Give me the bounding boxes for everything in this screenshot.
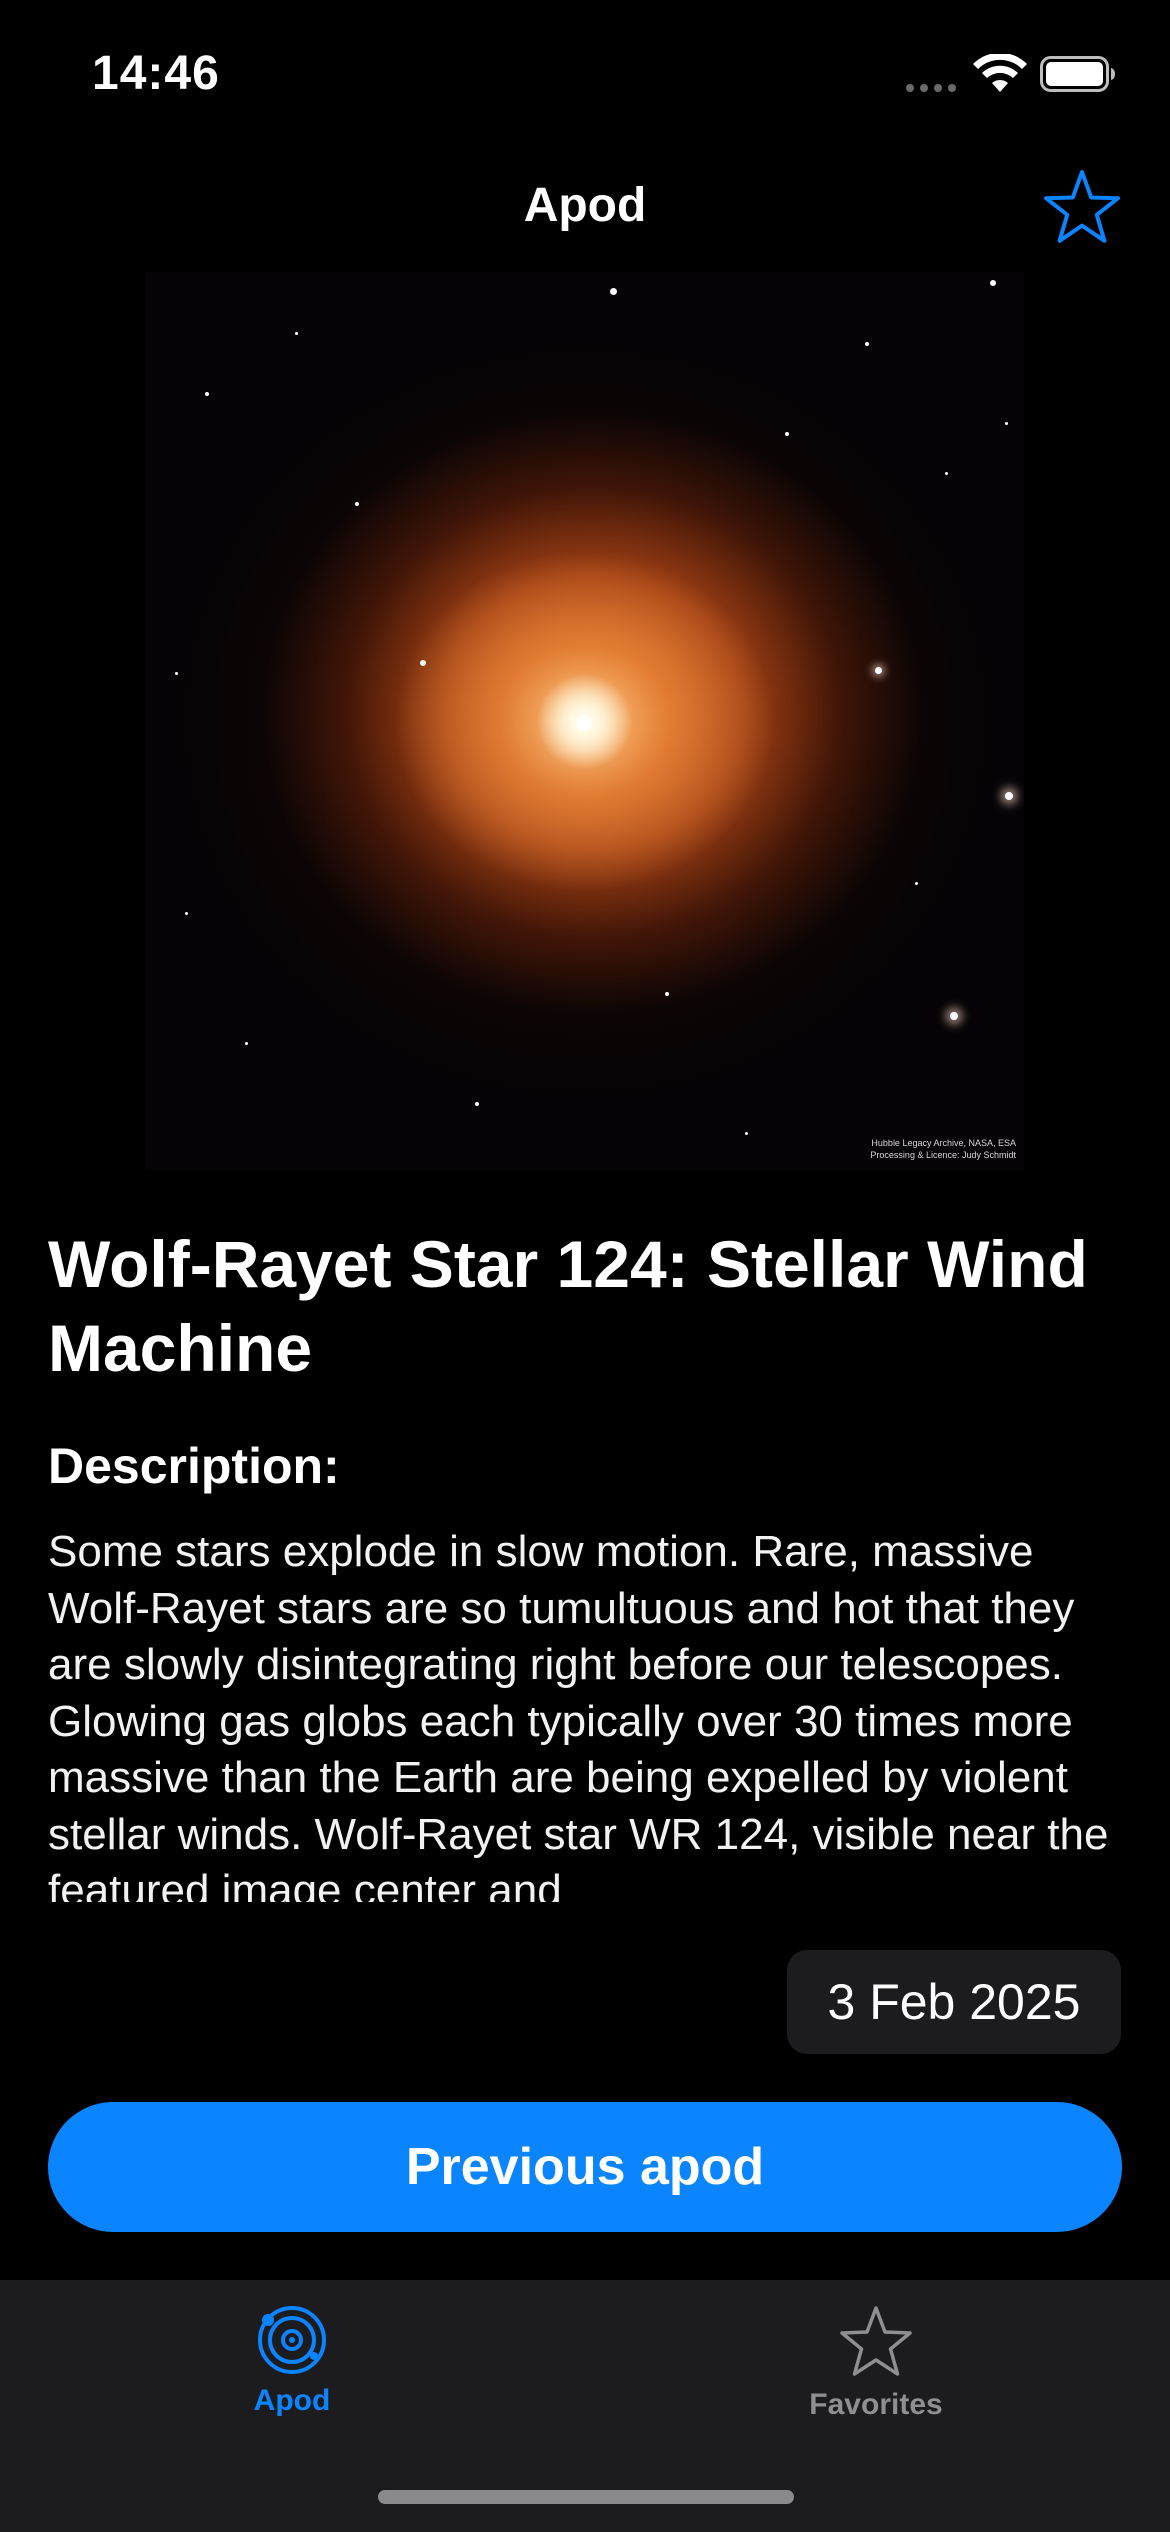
favorite-button[interactable] [1040, 166, 1124, 250]
description-heading: Description: [48, 1438, 340, 1494]
description-text[interactable]: Some stars explode in slow motion. Rare,… [48, 1524, 1138, 1902]
apod-image[interactable]: Hubble Legacy Archive, NASA, ESA Process… [145, 272, 1024, 1171]
nav-title: Apod [523, 179, 647, 232]
tab-apod-label: Apod [253, 2384, 331, 2417]
apod-title: Wolf-Rayet Star 124: Stellar Wind Machin… [48, 1227, 1088, 1385]
wifi-icon [973, 54, 1027, 92]
tab-bar: Apod Favorites [0, 2280, 1170, 2532]
tab-favorites[interactable]: Favorites [726, 2304, 1026, 2422]
battery-icon [1040, 56, 1115, 92]
status-time: 14:46 [92, 47, 220, 100]
status-bar: 14:46 [0, 0, 1170, 140]
previous-apod-button[interactable]: Previous apod [48, 2102, 1122, 2232]
cellular-signal-icon [906, 84, 956, 92]
star-outline-icon [1044, 170, 1120, 243]
home-indicator [378, 2490, 794, 2504]
date-picker-button[interactable]: 3 Feb 2025 [787, 1950, 1121, 2054]
star-outline-icon [840, 2306, 912, 2376]
image-credit: Hubble Legacy Archive, NASA, ESA Process… [870, 1138, 1016, 1160]
orbit-icon [258, 2306, 326, 2374]
tab-favorites-label: Favorites [809, 2388, 943, 2421]
tab-apod[interactable]: Apod [142, 2304, 442, 2418]
